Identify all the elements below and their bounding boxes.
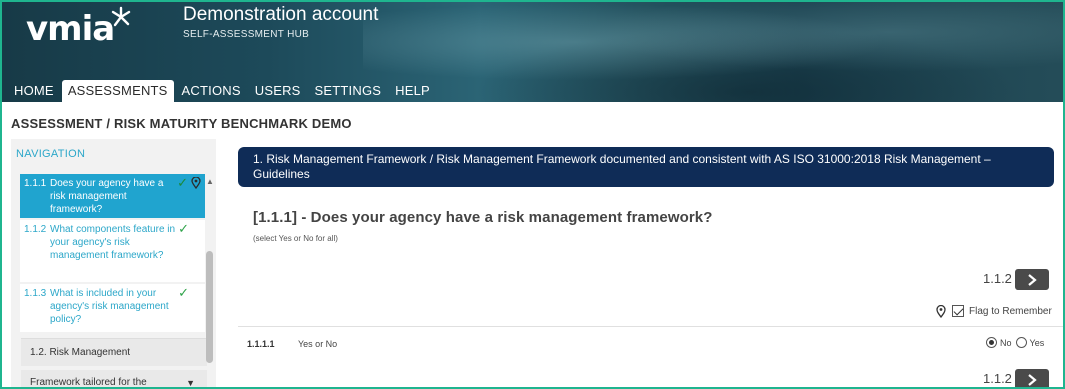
sidebar-section-1-2[interactable]: 1.2. Risk Management (21, 338, 207, 366)
question-hint: (select Yes or No for all) (253, 234, 338, 243)
question-section-banner: 1. Risk Management Framework / Risk Mana… (238, 147, 1054, 187)
scrollbar-thumb[interactable] (206, 251, 213, 363)
divider (238, 326, 1063, 327)
header: vmia Demonstration account SELF-ASSESSME… (2, 2, 1063, 102)
flag-label: Flag to Remember (969, 305, 1052, 317)
chevron-right-icon (1028, 373, 1037, 386)
sidebar-item-number: 1.1.2 (24, 224, 47, 235)
sub-question-label: Yes or No (298, 339, 338, 349)
sub-question-row: 1.1.1.1 Yes or No No Yes (238, 328, 1063, 362)
check-icon: ✓ (178, 221, 189, 236)
scroll-up-arrow-icon[interactable]: ▲ (206, 177, 214, 186)
yes-no-radio-group: No Yes (986, 337, 1048, 348)
account-title: Demonstration account (183, 4, 379, 25)
app-frame: vmia Demonstration account SELF-ASSESSME… (0, 0, 1065, 389)
account-subtitle: SELF-ASSESSMENT HUB (183, 29, 310, 40)
top-navigation: HOME ASSESSMENTS ACTIONS USERS SETTINGS … (8, 80, 438, 102)
sidebar-item-number: 1.1.3 (24, 288, 47, 299)
breadcrumb: ASSESSMENT / RISK MATURITY BENCHMARK DEM… (11, 116, 352, 131)
nav-settings[interactable]: SETTINGS (309, 80, 388, 102)
sidebar-heading: NAVIGATION (16, 148, 86, 160)
sidebar-item-1-1-3[interactable]: 1.1.3 What is included in your agency's … (20, 284, 205, 332)
next-question-label-bottom: 1.1.2 (983, 371, 1012, 386)
logo-text: vmia (26, 9, 115, 49)
sidebar-item-number: 1.1.1 (24, 178, 47, 189)
sidebar-question-list: 1.1.1 Does your agency have a risk manag… (20, 174, 205, 332)
next-question-button-bottom[interactable] (1015, 369, 1049, 387)
nav-users[interactable]: USERS (249, 80, 307, 102)
sidebar-item-label: Does your agency have a risk management … (50, 178, 164, 215)
radio-no[interactable] (986, 337, 997, 348)
location-pin-icon (191, 177, 201, 189)
radio-yes-label[interactable]: Yes (1030, 338, 1045, 348)
sidebar-scrollbar[interactable]: ▲ (205, 177, 214, 387)
sidebar-item-1-1-2[interactable]: 1.1.2 What components feature in your ag… (20, 220, 205, 282)
sidebar-item-label: What components feature in your agency's… (50, 224, 176, 261)
sidebar-item-label: What is included in your agency's risk m… (50, 288, 169, 325)
sidebar-navigation: NAVIGATION 1.1.1 Does your agency have a… (11, 139, 216, 388)
location-pin-icon (936, 304, 946, 318)
radio-yes[interactable] (1015, 337, 1027, 348)
chevron-down-icon[interactable]: ▼ (186, 376, 195, 387)
logo-star-icon (112, 6, 131, 27)
next-question-label: 1.1.2 (983, 271, 1012, 286)
next-question-button[interactable] (1015, 269, 1049, 290)
chevron-right-icon (1028, 273, 1037, 286)
header-background (363, 2, 1063, 102)
sub-question-number: 1.1.1.1 (247, 339, 275, 349)
flag-to-remember[interactable]: Flag to Remember (936, 304, 1052, 318)
nav-actions[interactable]: ACTIONS (176, 80, 247, 102)
sidebar-section-1-2-continued[interactable]: Framework tailored for the ▼ (21, 370, 207, 388)
nav-assessments[interactable]: ASSESSMENTS (61, 80, 174, 102)
check-icon: ✓ (178, 285, 189, 300)
check-icon: ✓ (177, 175, 188, 190)
nav-home[interactable]: HOME (8, 80, 60, 102)
question-title: [1.1.1] - Does your agency have a risk m… (253, 209, 713, 226)
sidebar-section-label: Framework tailored for the (30, 377, 147, 388)
sidebar-section-label: 1.2. Risk Management (30, 347, 131, 358)
nav-help[interactable]: HELP (389, 80, 436, 102)
sidebar-item-1-1-1[interactable]: 1.1.1 Does your agency have a risk manag… (20, 174, 205, 218)
flag-checkbox[interactable] (952, 305, 964, 317)
radio-no-label[interactable]: No (1000, 338, 1012, 348)
vmia-logo[interactable]: vmia (26, 6, 132, 50)
